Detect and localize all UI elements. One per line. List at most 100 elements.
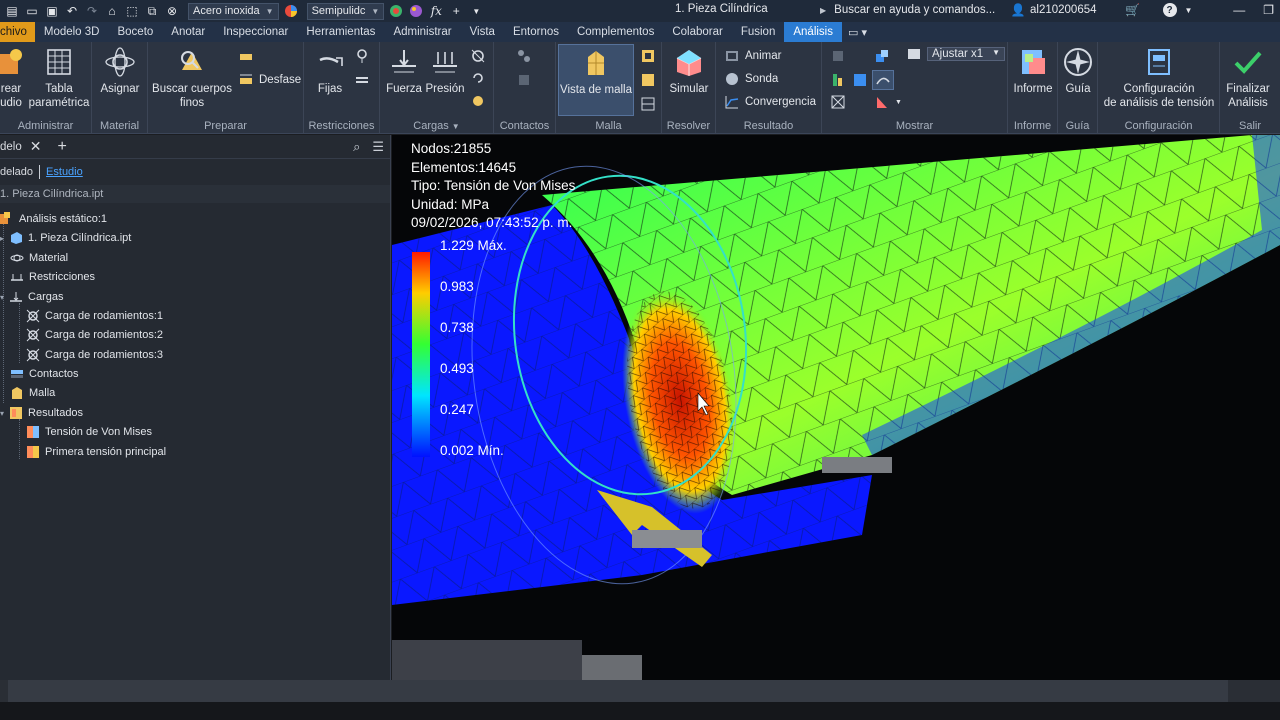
tree-item-constraints[interactable]: Restricciones bbox=[10, 268, 95, 286]
tab-herramientas[interactable]: Herramientas bbox=[297, 22, 384, 42]
assign-material-button[interactable]: Asignar bbox=[96, 46, 144, 96]
tab-fusion[interactable]: Fusion bbox=[732, 22, 785, 42]
tab-colaborar[interactable]: Colaborar bbox=[663, 22, 732, 42]
smooth-shading-button[interactable] bbox=[852, 72, 868, 88]
tree-item-bearing-load-2[interactable]: Carga de rodamientos:2 bbox=[26, 326, 163, 344]
pin-constraint-button[interactable] bbox=[354, 48, 370, 64]
save-icon[interactable]: ▣ bbox=[44, 3, 60, 19]
help-chevron-icon[interactable]: ▼ bbox=[1181, 2, 1197, 18]
tree-item-material[interactable]: Material bbox=[10, 249, 68, 267]
force-button[interactable]: Fuerza bbox=[384, 46, 424, 96]
local-mesh-button[interactable] bbox=[640, 72, 656, 88]
tab-file[interactable]: chivo bbox=[0, 22, 35, 42]
tab-inspeccionar[interactable]: Inspeccionar bbox=[214, 22, 297, 42]
animate-button[interactable]: Animar bbox=[724, 48, 781, 64]
prep-extra-button[interactable] bbox=[238, 50, 254, 66]
estudio-link[interactable]: Estudio bbox=[46, 166, 83, 178]
search-icon[interactable]: ⌕ bbox=[353, 139, 360, 155]
gravity-button[interactable] bbox=[470, 92, 486, 108]
username[interactable]: al210200654 bbox=[1030, 4, 1097, 16]
undo-icon[interactable]: ↶ bbox=[64, 3, 80, 19]
tree-item-loads[interactable]: ▾ Cargas bbox=[0, 288, 63, 306]
tree-item-part[interactable]: ▸ 1. Pieza Cilíndrica.ipt bbox=[0, 229, 131, 247]
select-tool-icon[interactable]: ⬚ bbox=[124, 3, 140, 19]
fx-icon[interactable]: fx bbox=[428, 3, 444, 19]
moment-button[interactable] bbox=[470, 70, 486, 86]
same-scale-button[interactable] bbox=[830, 48, 846, 64]
tab-boceto[interactable]: Boceto bbox=[108, 22, 162, 42]
tab-entornos[interactable]: Entornos bbox=[504, 22, 568, 42]
modelado-link[interactable]: delado bbox=[0, 166, 33, 178]
boundary-conditions-button[interactable] bbox=[874, 48, 890, 64]
plus-icon[interactable]: + bbox=[448, 3, 464, 19]
bearing-load-button[interactable] bbox=[470, 48, 486, 64]
cart-icon[interactable]: 🛒 bbox=[1125, 2, 1141, 18]
help-icon[interactable]: ? bbox=[1162, 3, 1177, 17]
guide-button[interactable]: Guía bbox=[1060, 46, 1096, 96]
tab-complementos[interactable]: Complementos bbox=[568, 22, 663, 42]
customize-chevron-icon[interactable]: ▼ bbox=[468, 3, 484, 19]
collapse-icon[interactable]: ▾ bbox=[0, 293, 4, 302]
appearance-select[interactable]: Semipulidc ▼ bbox=[306, 2, 385, 20]
tab-analisis[interactable]: Análisis bbox=[784, 22, 842, 42]
show-mesh-button[interactable] bbox=[830, 94, 846, 110]
material-icon[interactable]: ⊗ bbox=[164, 3, 180, 19]
tab-administrar[interactable]: Administrar bbox=[384, 22, 460, 42]
help-search-box[interactable]: ▶ Buscar en ayuda y comandos... bbox=[820, 0, 1005, 20]
tab-anotar[interactable]: Anotar bbox=[162, 22, 214, 42]
restore-icon[interactable]: ❐ bbox=[1263, 3, 1274, 17]
home-icon[interactable]: ⌂ bbox=[104, 3, 120, 19]
tree-item-first-principal[interactable]: Primera tensión principal bbox=[26, 443, 166, 461]
manual-contacts-button[interactable] bbox=[516, 72, 532, 88]
tree-item-von-mises[interactable]: Tensión de Von Mises bbox=[26, 423, 152, 441]
add-tab-icon[interactable]: + bbox=[57, 138, 66, 156]
stress-analysis-settings-button[interactable]: Configuración de análisis de tensión bbox=[1102, 46, 1216, 110]
menu-icon[interactable]: ☰ bbox=[372, 139, 384, 155]
color-override-icon[interactable] bbox=[388, 3, 404, 19]
color-bar-button[interactable] bbox=[830, 72, 846, 88]
group-label-cargas[interactable]: Cargas ▼ bbox=[380, 120, 493, 132]
create-study-button[interactable]: rear udio bbox=[0, 46, 26, 110]
ribbon-options-icon[interactable]: ▭ ▾ bbox=[848, 22, 867, 42]
graphics-viewport[interactable]: Nodos:21855 Elementos:14645 Tipo: Tensió… bbox=[392, 135, 1280, 680]
displacement-scale-select[interactable]: Ajustar x1 ▼ bbox=[906, 46, 1005, 62]
tree-item-mesh[interactable]: Malla bbox=[10, 384, 55, 402]
redo-icon[interactable]: ↷ bbox=[84, 3, 100, 19]
open-folder-icon[interactable]: ▭ bbox=[24, 3, 40, 19]
offset-button[interactable]: Desfase bbox=[238, 72, 301, 88]
mesh-settings-button[interactable] bbox=[640, 48, 656, 64]
minimize-icon[interactable]: — bbox=[1233, 3, 1245, 17]
probe-button[interactable]: Sonda bbox=[724, 71, 778, 87]
mesh-view-button[interactable]: Vista de malla bbox=[558, 44, 634, 116]
auto-contacts-button[interactable] bbox=[516, 48, 532, 64]
user-icon[interactable]: 👤 bbox=[1010, 2, 1026, 18]
simulate-button[interactable]: Simular bbox=[664, 46, 714, 96]
new-file-icon[interactable]: ▤ bbox=[4, 3, 20, 19]
finish-analysis-button[interactable]: Finalizar Análisis bbox=[1222, 46, 1274, 110]
convergence-settings-button[interactable] bbox=[640, 96, 656, 112]
probe-labels-button[interactable]: ▼ bbox=[874, 94, 902, 110]
update-icon[interactable]: ⧉ bbox=[144, 3, 160, 19]
convergence-button[interactable]: Convergencia bbox=[724, 94, 816, 110]
material-select[interactable]: Acero inoxida ▼ bbox=[188, 2, 279, 20]
contour-shading-button[interactable] bbox=[872, 70, 894, 90]
report-button[interactable]: Informe bbox=[1009, 46, 1057, 96]
tree-item-results[interactable]: ▾ Resultados bbox=[0, 404, 83, 422]
tree-item-contacts[interactable]: Contactos bbox=[10, 365, 79, 383]
expand-icon[interactable]: ▸ bbox=[0, 234, 4, 243]
fixed-constraint-button[interactable]: Fijas bbox=[310, 46, 350, 96]
parametric-table-button[interactable]: Tabla paramétrica bbox=[28, 46, 90, 110]
close-icon[interactable]: ✕ bbox=[30, 138, 42, 155]
tab-modelo-3d[interactable]: Modelo 3D bbox=[35, 22, 109, 42]
tree-item-bearing-load-1[interactable]: Carga de rodamientos:1 bbox=[26, 307, 163, 325]
pressure-button[interactable]: Presión bbox=[424, 46, 466, 96]
find-thin-bodies-button[interactable]: Buscar cuerpos finos bbox=[150, 46, 234, 110]
browser-tab-model[interactable]: delo ✕ + bbox=[0, 138, 73, 156]
frictionless-constraint-button[interactable] bbox=[354, 72, 370, 88]
tab-vista[interactable]: Vista bbox=[461, 22, 504, 42]
collapse-icon[interactable]: ▾ bbox=[0, 409, 4, 418]
tree-item-analysis[interactable]: Análisis estático:1 bbox=[0, 210, 107, 228]
tree-item-bearing-load-3[interactable]: Carga de rodamientos:3 bbox=[26, 346, 163, 364]
appearance-ball-icon[interactable] bbox=[283, 3, 299, 19]
clear-appearance-icon[interactable] bbox=[408, 3, 424, 19]
